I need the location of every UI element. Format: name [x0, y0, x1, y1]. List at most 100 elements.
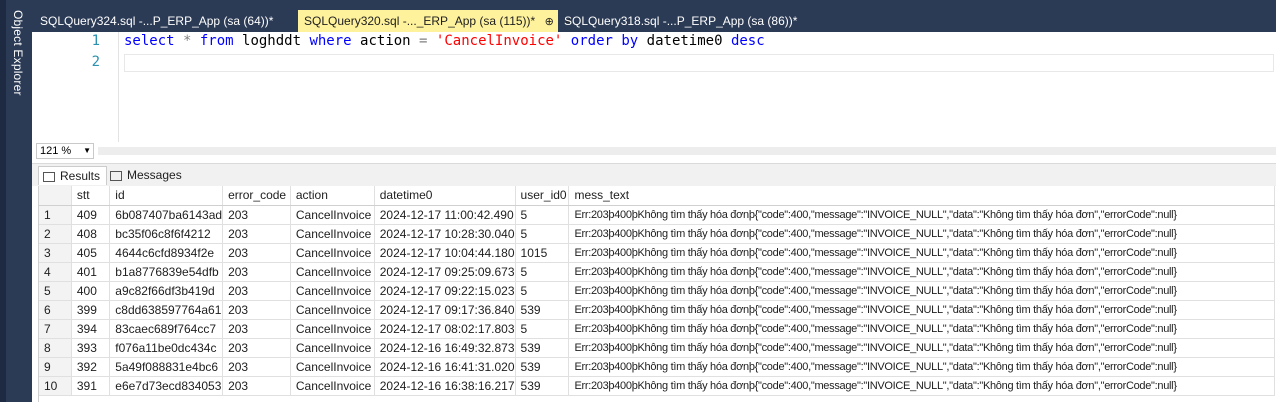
row-number[interactable]: 10 [39, 376, 72, 396]
row-number[interactable]: 4 [39, 262, 72, 282]
cell-stt[interactable]: 408 [71, 224, 111, 244]
cell-mess-text[interactable]: Err:203þ400þKhông tìm thấy hóa đơnþ{"cod… [568, 300, 1275, 320]
table-row[interactable]: 3 405 4644c6cfd8934f2e 203 CancelInvoice 2024… [39, 243, 1275, 263]
cell-mess-text[interactable]: Err:203þ400þKhông tìm thấy hóa đơnþ{"cod… [568, 205, 1275, 225]
table-row[interactable]: 8 393 f076a11be0dc434c 203 CancelInvoice 2024… [39, 338, 1275, 358]
cell-error-code[interactable]: 203 [222, 338, 291, 358]
cell-id[interactable]: b1a8776839e54dfb [109, 262, 224, 282]
tab-sqlquery320[interactable]: SQLQuery320.sql -..._ERP_App (sa (115))*… [298, 10, 572, 33]
cell-action[interactable]: CancelInvoice [290, 243, 375, 263]
cell-stt[interactable]: 393 [71, 338, 111, 358]
table-row[interactable]: 2 408 bc35f06c8f6f4212 203 CancelInvoice 2024… [39, 224, 1275, 244]
cell-user-id0[interactable]: 539 [515, 376, 570, 396]
cell-mess-text[interactable]: Err:203þ400þKhông tìm thấy hóa đơnþ{"cod… [568, 319, 1275, 339]
cell-error-code[interactable]: 203 [222, 224, 291, 244]
cell-user-id0[interactable]: 5 [515, 319, 570, 339]
cell-error-code[interactable]: 203 [222, 243, 291, 263]
cell-user-id0[interactable]: 5 [515, 205, 570, 225]
query-editor[interactable]: 1 2 select * from loghddt where action =… [32, 32, 1276, 142]
code-line-1[interactable]: select * from loghddt where action = 'Ca… [124, 33, 765, 49]
cell-action[interactable]: CancelInvoice [290, 262, 375, 282]
cell-action[interactable]: CancelInvoice [290, 357, 375, 377]
cell-mess-text[interactable]: Err:203þ400þKhông tìm thấy hóa đơnþ{"cod… [568, 376, 1275, 396]
cell-user-id0[interactable]: 5 [515, 224, 570, 244]
cell-user-id0[interactable]: 539 [515, 338, 570, 358]
table-row[interactable]: 4 401 b1a8776839e54dfb 203 CancelInvoice 2024… [39, 262, 1275, 282]
cell-id[interactable]: e6e7d73ecd834053 [109, 376, 224, 396]
cell-stt[interactable]: 392 [71, 357, 111, 377]
cell-action[interactable]: CancelInvoice [290, 281, 375, 301]
cell-action[interactable]: CancelInvoice [290, 376, 375, 396]
cell-id[interactable]: c8dd638597764a61 [109, 300, 224, 320]
cell-datetime0[interactable]: 2024-12-17 08:02:17.803 [374, 319, 516, 339]
column-header[interactable]: datetime0 [374, 186, 516, 206]
cell-datetime0[interactable]: 2024-12-16 16:49:32.873 [374, 338, 516, 358]
row-number[interactable]: 3 [39, 243, 72, 263]
column-header[interactable]: action [290, 186, 375, 206]
cell-datetime0[interactable]: 2024-12-17 09:22:15.023 [374, 281, 516, 301]
results-grid[interactable]: stt id error_code action datetime0 user_… [38, 186, 1275, 402]
cell-action[interactable]: CancelInvoice [290, 205, 375, 225]
cell-stt[interactable]: 399 [71, 300, 111, 320]
tab-results[interactable]: Results [38, 166, 108, 185]
table-row[interactable]: 1 409 6b087407ba6143ad 203 CancelInvoice 2024… [39, 205, 1275, 225]
cell-datetime0[interactable]: 2024-12-17 11:00:42.490 [374, 205, 516, 225]
row-number[interactable]: 5 [39, 281, 72, 301]
cell-action[interactable]: CancelInvoice [290, 300, 375, 320]
cell-error-code[interactable]: 203 [222, 376, 291, 396]
cell-datetime0[interactable]: 2024-12-17 10:28:30.040 [374, 224, 516, 244]
row-number[interactable]: 7 [39, 319, 72, 339]
object-explorer-tab[interactable]: Object Explorer [11, 10, 25, 96]
table-row[interactable]: 7 394 83caec689f764cc7 203 CancelInvoice 2024… [39, 319, 1275, 339]
row-number[interactable]: 1 [39, 205, 72, 225]
column-header[interactable]: error_code [222, 186, 291, 206]
cell-id[interactable]: 5a49f088831e4bc6 [109, 357, 224, 377]
cell-datetime0[interactable]: 2024-12-17 10:04:44.180 [374, 243, 516, 263]
cell-stt[interactable]: 400 [71, 281, 111, 301]
column-header[interactable]: mess_text [568, 186, 1275, 206]
tab-sqlquery318[interactable]: SQLQuery318.sql -...P_ERP_App (sa (86))* [558, 10, 820, 32]
cell-id[interactable]: f076a11be0dc434c [109, 338, 224, 358]
cell-user-id0[interactable]: 539 [515, 357, 570, 377]
row-header-corner[interactable] [39, 186, 72, 206]
current-line-highlight[interactable] [124, 54, 1274, 72]
cell-id[interactable]: a9c82f66df3b419d [109, 281, 224, 301]
table-row[interactable]: 5 400 a9c82f66df3b419d 203 CancelInvoice 2024… [39, 281, 1275, 301]
row-number[interactable]: 9 [39, 357, 72, 377]
table-row[interactable]: 10 391 e6e7d73ecd834053 203 CancelInvoice 202… [39, 376, 1275, 396]
cell-error-code[interactable]: 203 [222, 357, 291, 377]
column-header[interactable]: stt [71, 186, 111, 206]
column-header[interactable]: user_id0 [515, 186, 570, 206]
row-number[interactable]: 6 [39, 300, 72, 320]
cell-mess-text[interactable]: Err:203þ400þKhông tìm thấy hóa đơnþ{"cod… [568, 281, 1275, 301]
cell-id[interactable]: 4644c6cfd8934f2e [109, 243, 224, 263]
cell-stt[interactable]: 405 [71, 243, 111, 263]
cell-mess-text[interactable]: Err:203þ400þKhông tìm thấy hóa đơnþ{"cod… [568, 224, 1275, 244]
cell-stt[interactable]: 401 [71, 262, 111, 282]
cell-user-id0[interactable]: 5 [515, 262, 570, 282]
cell-user-id0[interactable]: 1015 [515, 243, 570, 263]
cell-stt[interactable]: 409 [71, 205, 111, 225]
tab-messages[interactable]: Messages [106, 166, 188, 185]
column-header[interactable]: id [109, 186, 224, 206]
cell-datetime0[interactable]: 2024-12-17 09:25:09.673 [374, 262, 516, 282]
cell-user-id0[interactable]: 5 [515, 281, 570, 301]
cell-id[interactable]: 6b087407ba6143ad [109, 205, 224, 225]
tab-sqlquery324[interactable]: SQLQuery324.sql -...P_ERP_App (sa (64))* [34, 10, 298, 32]
cell-mess-text[interactable]: Err:203þ400þKhông tìm thấy hóa đơnþ{"cod… [568, 262, 1275, 282]
cell-id[interactable]: 83caec689f764cc7 [109, 319, 224, 339]
cell-id[interactable]: bc35f06c8f6f4212 [109, 224, 224, 244]
cell-error-code[interactable]: 203 [222, 319, 291, 339]
cell-mess-text[interactable]: Err:203þ400þKhông tìm thấy hóa đơnþ{"cod… [568, 357, 1275, 377]
cell-user-id0[interactable]: 539 [515, 300, 570, 320]
cell-stt[interactable]: 394 [71, 319, 111, 339]
cell-error-code[interactable]: 203 [222, 281, 291, 301]
cell-stt[interactable]: 391 [71, 376, 111, 396]
row-number[interactable]: 8 [39, 338, 72, 358]
horizontal-scrollbar[interactable] [98, 147, 1276, 155]
pin-icon[interactable]: ⊕ [545, 11, 554, 33]
cell-error-code[interactable]: 203 [222, 262, 291, 282]
row-number[interactable]: 2 [39, 224, 72, 244]
table-row[interactable]: 9 392 5a49f088831e4bc6 203 CancelInvoice 2024… [39, 357, 1275, 377]
cell-mess-text[interactable]: Err:203þ400þKhông tìm thấy hóa đơnþ{"cod… [568, 243, 1275, 263]
